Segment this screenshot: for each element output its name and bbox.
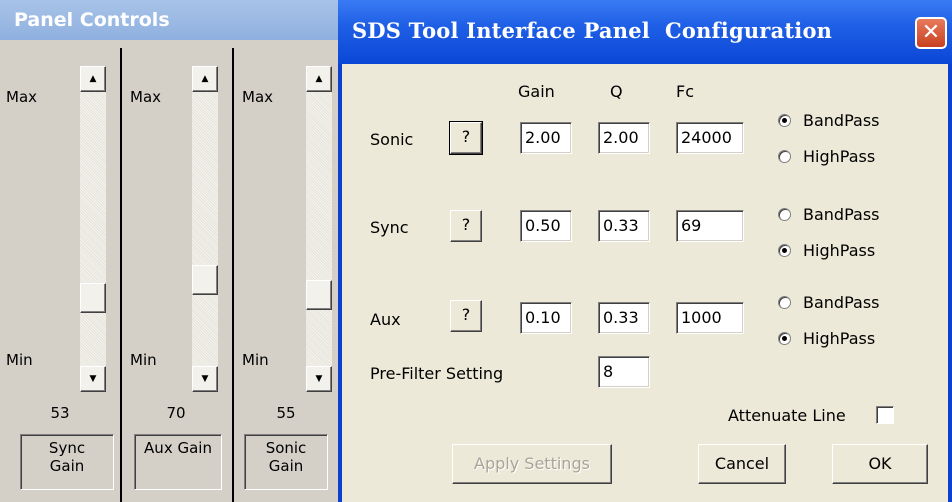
min-label: Min xyxy=(242,351,269,369)
attenuate-checkbox[interactable] xyxy=(876,406,894,424)
fc-header: Fc xyxy=(676,82,694,101)
sync-highpass-radio[interactable]: HighPass xyxy=(778,240,875,260)
prefilter-label: Pre-Filter Setting xyxy=(370,364,504,383)
aux-label: Aux xyxy=(370,310,401,329)
sync-q-field[interactable]: 0.33 xyxy=(598,210,650,242)
radio-unselected-icon xyxy=(778,149,791,163)
sync-gain-label: Sync Gain xyxy=(20,434,114,490)
sonic-gain-strip: Max ▲ ▼ Min 55 Sonic Gain xyxy=(232,48,338,502)
aux-gain-scroll-down-button[interactable]: ▼ xyxy=(192,366,218,392)
sonic-bandpass-radio[interactable]: BandPass xyxy=(778,110,879,130)
max-label: Max xyxy=(130,88,162,106)
radio-unselected-icon xyxy=(778,295,791,309)
gain-header: Gain xyxy=(518,82,555,101)
panel-controls: Panel Controls Max ▲ ▼ Min 53 Sync Gain … xyxy=(0,0,345,502)
max-label: Max xyxy=(6,88,38,106)
aux-gain-scrollbar[interactable] xyxy=(192,66,218,392)
sync-bandpass-radio[interactable]: BandPass xyxy=(778,204,879,224)
sync-gain-scroll-down-button[interactable]: ▼ xyxy=(80,366,106,392)
sonic-label: Sonic xyxy=(370,130,414,149)
sync-help-button[interactable]: ? xyxy=(450,210,482,242)
close-button[interactable]: ✕ xyxy=(915,17,947,49)
sonic-gain-label: Sonic Gain xyxy=(244,434,328,490)
aux-bandpass-radio[interactable]: BandPass xyxy=(778,292,879,312)
ok-button[interactable]: OK xyxy=(832,444,928,484)
aux-fc-field[interactable]: 1000 xyxy=(676,302,744,334)
max-label: Max xyxy=(242,88,274,106)
apply-settings-button[interactable]: Apply Settings xyxy=(452,444,612,484)
question-icon: ? xyxy=(461,305,471,324)
sync-fc-field[interactable]: 69 xyxy=(676,210,744,242)
close-icon: ✕ xyxy=(921,20,941,45)
bandpass-label: BandPass xyxy=(803,292,880,312)
down-arrow-icon: ▼ xyxy=(201,373,209,384)
sonic-fc-field[interactable]: 24000 xyxy=(676,122,744,154)
up-arrow-icon: ▲ xyxy=(201,73,209,84)
aux-help-button[interactable]: ? xyxy=(450,300,482,332)
cancel-button[interactable]: Cancel xyxy=(698,444,786,484)
bandpass-label: BandPass xyxy=(803,110,880,130)
configuration-dialog: SDS Tool Interface Panel Configuration ✕… xyxy=(338,0,952,502)
dialog-title-bar[interactable]: SDS Tool Interface Panel Configuration ✕ xyxy=(338,0,952,64)
prefilter-field[interactable]: 8 xyxy=(598,356,650,388)
sonic-gain-field[interactable]: 2.00 xyxy=(520,122,572,154)
sonic-gain-scroll-down-button[interactable]: ▼ xyxy=(306,366,332,392)
question-icon: ? xyxy=(461,215,471,234)
down-arrow-icon: ▼ xyxy=(315,373,323,384)
sync-gain-field[interactable]: 0.50 xyxy=(520,210,572,242)
sync-gain-slider-thumb[interactable] xyxy=(80,283,106,313)
panel-controls-title: Panel Controls xyxy=(0,0,345,40)
sonic-gain-value: 55 xyxy=(276,404,296,422)
aux-gain-field[interactable]: 0.10 xyxy=(520,302,572,334)
q-header: Q xyxy=(610,82,623,101)
aux-gain-scroll-up-button[interactable]: ▲ xyxy=(192,66,218,92)
sync-gain-scroll-up-button[interactable]: ▲ xyxy=(80,66,106,92)
attenuate-label: Attenuate Line xyxy=(728,406,846,425)
up-arrow-icon: ▲ xyxy=(89,73,97,84)
radio-unselected-icon xyxy=(778,207,791,221)
aux-q-field[interactable]: 0.33 xyxy=(598,302,650,334)
aux-gain-value: 70 xyxy=(166,404,186,422)
min-label: Min xyxy=(6,351,33,369)
sync-gain-strip: Max ▲ ▼ Min 53 Sync Gain xyxy=(6,48,120,502)
min-label: Min xyxy=(130,351,157,369)
radio-selected-icon xyxy=(778,243,791,257)
dialog-body: Gain Q Fc Sonic ? 2.00 2.00 24000 BandPa… xyxy=(342,64,948,502)
sonic-gain-scrollbar[interactable] xyxy=(306,66,332,392)
bandpass-label: BandPass xyxy=(803,204,880,224)
highpass-label: HighPass xyxy=(803,328,876,348)
sonic-highpass-radio[interactable]: HighPass xyxy=(778,146,875,166)
radio-selected-icon xyxy=(778,331,791,345)
aux-highpass-radio[interactable]: HighPass xyxy=(778,328,875,348)
highpass-label: HighPass xyxy=(803,146,876,166)
aux-gain-strip: Max ▲ ▼ Min 70 Aux Gain xyxy=(120,48,232,502)
dialog-title: SDS Tool Interface Panel Configuration xyxy=(352,18,833,43)
down-arrow-icon: ▼ xyxy=(89,373,97,384)
aux-gain-label: Aux Gain xyxy=(134,434,222,490)
sync-gain-value: 53 xyxy=(50,404,70,422)
radio-selected-icon xyxy=(778,113,791,127)
sync-label: Sync xyxy=(370,218,409,237)
aux-gain-slider-thumb[interactable] xyxy=(192,265,218,295)
up-arrow-icon: ▲ xyxy=(315,73,323,84)
question-icon: ? xyxy=(461,127,471,146)
highpass-label: HighPass xyxy=(803,240,876,260)
sonic-gain-slider-thumb[interactable] xyxy=(306,280,332,310)
sonic-gain-scroll-up-button[interactable]: ▲ xyxy=(306,66,332,92)
sonic-help-button[interactable]: ? xyxy=(449,121,483,155)
sync-gain-scrollbar[interactable] xyxy=(80,66,106,392)
sonic-q-field[interactable]: 2.00 xyxy=(598,122,650,154)
